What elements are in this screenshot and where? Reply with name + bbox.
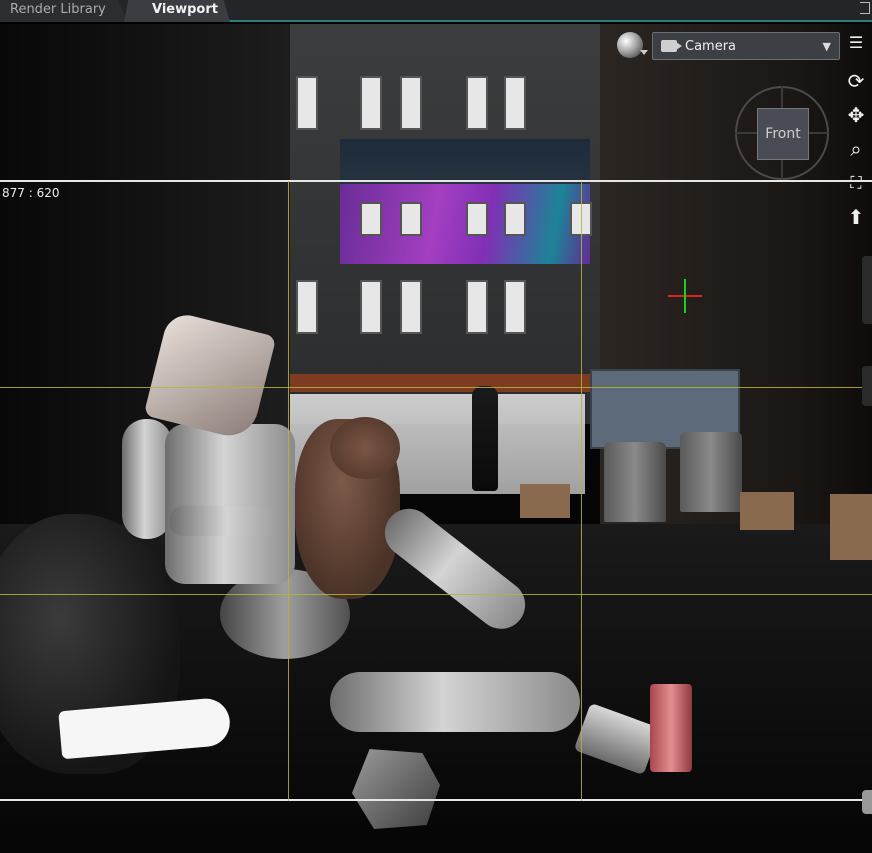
pedestrian-figure: [472, 386, 498, 491]
thirds-guide-h2: [0, 594, 872, 595]
side-panel-handle[interactable]: [862, 256, 872, 324]
robot-torso: [165, 424, 295, 584]
frame-icon[interactable]: ⛶: [844, 172, 868, 194]
camera-select[interactable]: Camera ▼: [652, 32, 840, 60]
camera-icon: [661, 40, 682, 52]
view-cube-front-face[interactable]: Front: [757, 108, 809, 160]
thirds-guide-h1: [0, 387, 872, 388]
safe-frame-bottom: [0, 799, 872, 801]
side-panel-handle[interactable]: [862, 790, 872, 814]
thirds-guide-v2: [581, 181, 582, 801]
camera-select-value: Camera: [685, 38, 737, 54]
trash-can: [604, 442, 666, 522]
menu-icon[interactable]: ☰: [844, 32, 868, 54]
arrow-up-icon[interactable]: ⬆: [844, 206, 868, 228]
zoom-icon[interactable]: ⌕: [844, 138, 868, 160]
chevron-down-icon[interactable]: [640, 50, 648, 55]
chevron-down-icon: ▼: [822, 39, 831, 53]
view-cube[interactable]: Front: [735, 86, 829, 180]
safe-frame-top: [0, 180, 872, 182]
panel-options-icon[interactable]: [860, 2, 870, 14]
scene-origin-marker: [668, 279, 702, 313]
move-icon[interactable]: ✥: [844, 104, 868, 126]
aspect-ratio-readout: 877 : 620: [2, 186, 60, 200]
orbit-icon[interactable]: ⟳: [844, 70, 868, 92]
navigation-toolbar: ☰ ⟳ ✥ ⌕ ⛶ ⬆: [842, 32, 872, 252]
robot-leg: [330, 672, 580, 732]
thirds-guide-v1: [288, 181, 289, 801]
tab-render-library[interactable]: Render Library: [0, 0, 128, 22]
viewport-canvas[interactable]: 877 : 620 Camera ▼ Front ☰ ⟳ ✥ ⌕ ⛶ ⬆: [0, 24, 872, 853]
side-panel-handle[interactable]: [862, 366, 872, 406]
tab-bar: Render Library Viewport: [0, 0, 872, 22]
soda-can: [650, 684, 692, 772]
trash-can: [680, 432, 742, 512]
tab-viewport[interactable]: Viewport: [124, 0, 230, 22]
